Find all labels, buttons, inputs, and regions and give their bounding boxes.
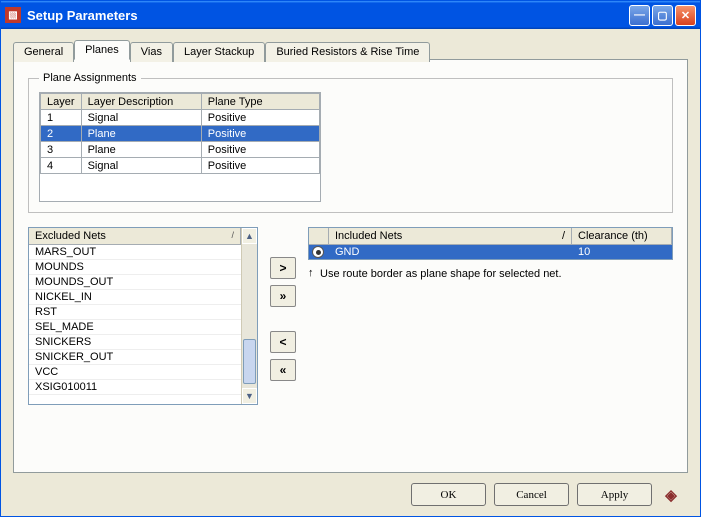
move-left-button[interactable]: < [270,331,296,353]
ok-button[interactable]: OK [411,483,486,506]
move-buttons: > » < « [268,227,298,381]
list-item[interactable]: MOUNDS [29,260,241,275]
included-nets-list[interactable]: Included Nets / Clearance (th) GND 10 [308,227,673,260]
list-item[interactable]: XSIG010011 [29,380,241,395]
tab-vias[interactable]: Vias [130,42,173,62]
excluded-nets-list[interactable]: Excluded Nets / MARS_OUT MOUNDS MOUNDS_O… [28,227,258,405]
table-row[interactable]: 4 Signal Positive [41,158,320,174]
move-right-all-button[interactable]: » [270,285,296,307]
move-left-all-button[interactable]: « [270,359,296,381]
list-item[interactable]: MARS_OUT [29,245,241,260]
list-item[interactable]: SNICKER_OUT [29,350,241,365]
list-item[interactable]: SEL_MADE [29,320,241,335]
tab-layer-stackup[interactable]: Layer Stackup [173,42,265,62]
included-nets-header[interactable]: Included Nets / [329,228,572,244]
hint-text: ↑ Use route border as plane shape for se… [308,268,673,280]
excluded-nets-header[interactable]: Excluded Nets / [29,228,241,245]
table-row[interactable]: 3 Plane Positive [41,142,320,158]
close-button[interactable]: ✕ [675,5,696,26]
list-item[interactable]: MOUNDS_OUT [29,275,241,290]
move-right-button[interactable]: > [270,257,296,279]
cancel-button[interactable]: Cancel [494,483,569,506]
help-icon[interactable]: ◈ [660,484,682,506]
client-area: General Planes Vias Layer Stackup Buried… [1,29,700,516]
sort-indicator-icon: / [231,230,234,242]
window-title: Setup Parameters [27,8,629,23]
table-row[interactable]: 2 Plane Positive [41,126,320,142]
tab-page-planes: Plane Assignments Layer Layer Descriptio… [13,59,688,473]
minimize-button[interactable]: — [629,5,650,26]
table-row[interactable]: 1 Signal Positive [41,110,320,126]
table-row[interactable]: GND 10 [309,245,672,259]
tab-strip: General Planes Vias Layer Stackup Buried… [13,40,688,60]
list-item[interactable]: SNICKERS [29,335,241,350]
col-header-type[interactable]: Plane Type [201,94,319,110]
tab-general[interactable]: General [13,42,74,62]
list-item[interactable]: RST [29,305,241,320]
col-header-desc[interactable]: Layer Description [81,94,201,110]
up-arrow-icon: ↑ [308,268,314,279]
plane-assignments-table[interactable]: Layer Layer Description Plane Type 1 Sig… [39,92,321,202]
tab-buried-resistors[interactable]: Buried Resistors & Rise Time [265,42,430,62]
col-header-layer[interactable]: Layer [41,94,82,110]
list-item[interactable]: NICKEL_IN [29,290,241,305]
apply-button[interactable]: Apply [577,483,652,506]
scroll-thumb[interactable] [243,339,256,384]
plane-assignments-legend: Plane Assignments [39,72,141,84]
tab-planes[interactable]: Planes [74,40,130,60]
app-icon: ▧ [5,7,21,23]
list-item[interactable]: VCC [29,365,241,380]
scroll-up-icon[interactable]: ▲ [242,228,257,244]
dialog-footer: OK Cancel Apply ◈ [13,473,688,508]
titlebar[interactable]: ▧ Setup Parameters — ▢ ✕ [1,1,700,29]
clearance-header[interactable]: Clearance (th) [572,228,672,244]
setup-parameters-window: ▧ Setup Parameters — ▢ ✕ General Planes … [0,0,701,517]
scrollbar[interactable]: ▲ ▼ [241,228,257,404]
included-radio-header [309,228,329,244]
scroll-track[interactable] [242,244,257,388]
sort-indicator-icon: / [562,230,565,242]
scroll-down-icon[interactable]: ▼ [242,388,257,404]
plane-assignments-group: Plane Assignments Layer Layer Descriptio… [28,72,673,213]
select-net-radio[interactable] [312,246,324,258]
maximize-button[interactable]: ▢ [652,5,673,26]
